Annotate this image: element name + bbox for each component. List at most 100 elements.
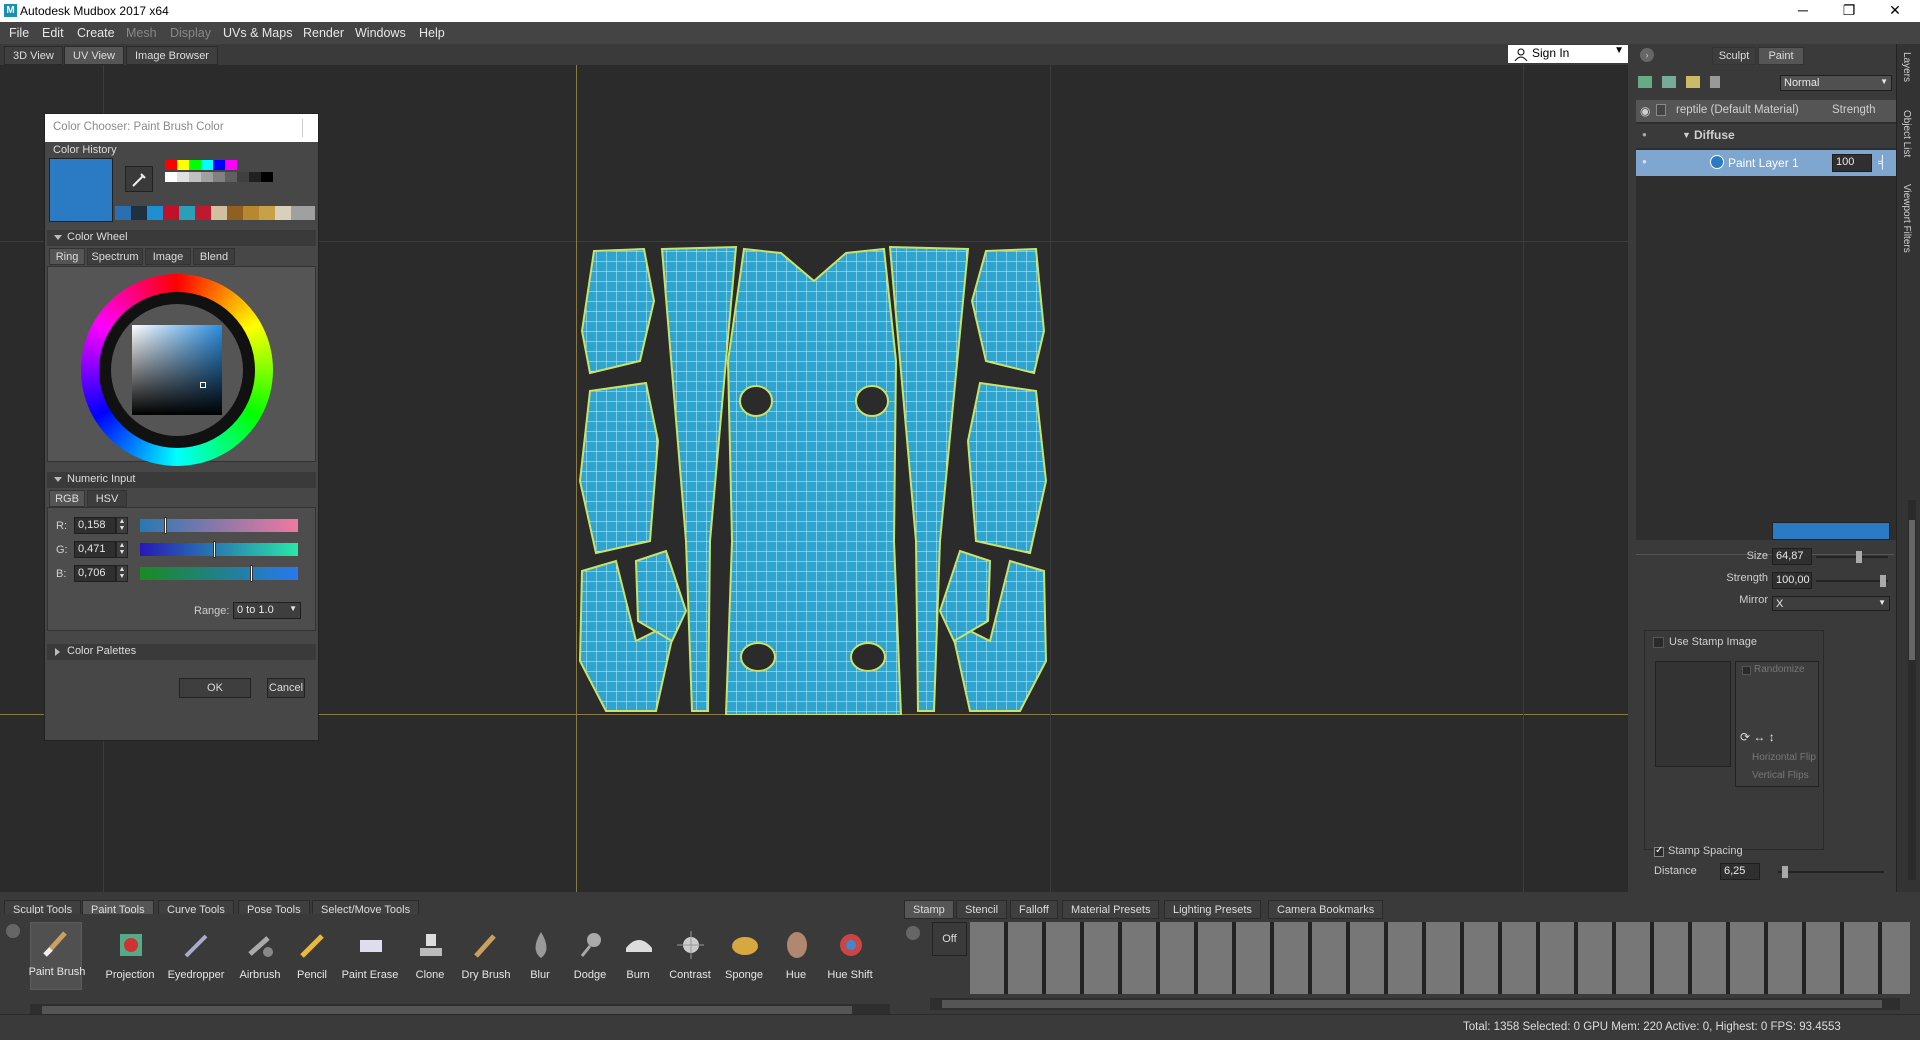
- standard-palette[interactable]: [165, 160, 313, 190]
- menu-render[interactable]: Render: [303, 26, 344, 40]
- color-swatch-button[interactable]: [1772, 522, 1890, 540]
- dialog-close-button[interactable]: [302, 119, 316, 137]
- side-tab-object-list[interactable]: Object List: [1901, 110, 1912, 157]
- tool-projection[interactable]: Projection: [104, 926, 156, 990]
- trash-icon[interactable]: [1710, 76, 1720, 88]
- distance-field[interactable]: 6,25: [1720, 863, 1760, 880]
- menu-mesh[interactable]: Mesh: [126, 26, 157, 40]
- channel-row[interactable]: ● ▼ Diffuse: [1636, 124, 1896, 148]
- color-wheel-section[interactable]: Color Wheel: [47, 230, 316, 246]
- minimize-button[interactable]: ─: [1780, 0, 1826, 22]
- tab-material-presets[interactable]: Material Presets: [1062, 900, 1160, 919]
- mirror-select[interactable]: X ▼: [1772, 596, 1890, 611]
- rotate-icon[interactable]: ⟳ ↔ ↕: [1740, 730, 1775, 744]
- tab-stencil[interactable]: Stencil: [956, 900, 1008, 919]
- tool-clone[interactable]: Clone: [404, 926, 456, 990]
- tab-stamp[interactable]: Stamp: [904, 900, 954, 919]
- side-tab-viewport-filters[interactable]: Viewport Filters: [1901, 184, 1912, 253]
- menu-windows[interactable]: Windows: [355, 26, 406, 40]
- use-stamp-image-checkbox[interactable]: [1653, 637, 1664, 648]
- randomize-checkbox[interactable]: [1742, 666, 1751, 675]
- b-label: B:: [56, 568, 67, 580]
- menu-help[interactable]: Help: [419, 26, 445, 40]
- layer-row-selected[interactable]: ● Paint Layer 1 100 ╡: [1636, 150, 1896, 176]
- tool-eyedropper[interactable]: Eyedropper: [168, 926, 224, 990]
- collapse-icon[interactable]: ›: [1640, 48, 1654, 62]
- tab-rgb[interactable]: RGB: [49, 490, 85, 507]
- eye-icon[interactable]: ◉: [1640, 104, 1650, 118]
- strength-slider[interactable]: [1816, 575, 1888, 587]
- tool-paint-erase[interactable]: Paint Erase: [342, 926, 398, 990]
- size-field[interactable]: 64,87: [1772, 548, 1812, 565]
- strength-field[interactable]: 100,00: [1772, 572, 1812, 589]
- color-chooser-dialog: Color Chooser: Paint Brush Color Color H…: [44, 113, 319, 741]
- stamp-thumbnails[interactable]: [970, 922, 1910, 994]
- menu-edit[interactable]: Edit: [42, 26, 64, 40]
- g-slider[interactable]: [140, 541, 298, 558]
- new-layer-icon[interactable]: [1638, 76, 1652, 88]
- menu-file[interactable]: File: [9, 26, 29, 40]
- r-slider[interactable]: [140, 517, 298, 534]
- layers-list: ◉ reptile (Default Material) Strength ● …: [1636, 100, 1896, 540]
- tab-ring[interactable]: Ring: [49, 248, 85, 265]
- tool-paint-brush[interactable]: Paint Brush: [29, 922, 85, 990]
- cancel-button[interactable]: Cancel: [267, 678, 305, 698]
- tab-camera-bookmarks[interactable]: Camera Bookmarks: [1268, 900, 1384, 919]
- layer-strength-field[interactable]: 100: [1832, 154, 1872, 172]
- folder-icon[interactable]: [1686, 76, 1700, 88]
- recent-colors[interactable]: [115, 206, 315, 220]
- tab-falloff[interactable]: Falloff: [1010, 900, 1058, 919]
- close-button[interactable]: ✕: [1872, 0, 1918, 22]
- stamp-menu-icon[interactable]: [906, 926, 920, 940]
- tab-paint[interactable]: Paint: [1758, 47, 1804, 65]
- color-palettes-section[interactable]: Color Palettes: [47, 644, 316, 660]
- tab-lighting-presets[interactable]: Lighting Presets: [1164, 900, 1261, 919]
- tab-3d-view[interactable]: 3D View: [4, 46, 63, 65]
- b-slider[interactable]: [140, 565, 298, 582]
- stamps-scrollbar[interactable]: [930, 998, 1900, 1010]
- tab-hsv[interactable]: HSV: [87, 490, 127, 507]
- duplicate-layer-icon[interactable]: [1662, 76, 1676, 88]
- size-slider[interactable]: [1816, 551, 1888, 563]
- stamp-preview[interactable]: [1655, 661, 1731, 767]
- menu-create[interactable]: Create: [77, 26, 115, 40]
- r-value-field[interactable]: 0,158: [74, 517, 116, 534]
- sign-in-button[interactable]: Sign In ▼: [1508, 45, 1628, 63]
- properties-scrollbar[interactable]: [1908, 500, 1916, 880]
- tab-image[interactable]: Image: [145, 248, 191, 265]
- g-stepper[interactable]: ▲ ▼: [116, 541, 128, 558]
- status-bar: Total: 1358 Selected: 0 GPU Mem: 220 Act…: [0, 1014, 1920, 1040]
- ok-button[interactable]: OK: [179, 678, 251, 698]
- distance-slider[interactable]: [1778, 866, 1884, 878]
- numeric-input-section[interactable]: Numeric Input: [47, 472, 316, 488]
- tray-menu-icon[interactable]: [6, 924, 20, 938]
- saturation-value-square[interactable]: [132, 325, 222, 415]
- stamp-off[interactable]: Off: [932, 922, 967, 956]
- slider-icon[interactable]: ╡: [1878, 155, 1887, 169]
- eyedropper-button[interactable]: [125, 166, 153, 192]
- range-select[interactable]: 0 to 1.0 ▼: [233, 602, 301, 619]
- side-tab-layers[interactable]: Layers: [1901, 52, 1912, 82]
- dot-icon: ●: [1642, 130, 1647, 139]
- tab-uv-view[interactable]: UV View: [64, 46, 124, 65]
- b-value-field[interactable]: 0,706: [74, 565, 116, 582]
- b-stepper[interactable]: ▲ ▼: [116, 565, 128, 582]
- vertical-flips-label: Vertical Flips: [1752, 770, 1809, 781]
- menu-uvs-maps[interactable]: UVs & Maps: [223, 26, 292, 40]
- lock-icon[interactable]: [1656, 104, 1666, 116]
- pencil-icon: [300, 934, 324, 958]
- tab-image-browser[interactable]: Image Browser: [126, 46, 218, 65]
- tab-spectrum[interactable]: Spectrum: [87, 248, 143, 265]
- tool-hue-shift[interactable]: Hue Shift: [824, 926, 876, 990]
- tab-sculpt[interactable]: Sculpt: [1712, 47, 1756, 65]
- stamp-spacing-checkbox[interactable]: ✓: [1654, 845, 1664, 857]
- color-picker-handle[interactable]: [200, 382, 206, 388]
- tool-pencil[interactable]: Pencil: [286, 926, 338, 990]
- menu-display[interactable]: Display: [170, 26, 211, 40]
- restore-button[interactable]: ❐: [1826, 0, 1872, 22]
- strength-label: Strength: [1726, 572, 1768, 584]
- blend-mode-select[interactable]: Normal ▼: [1780, 75, 1892, 91]
- tab-blend[interactable]: Blend: [193, 248, 235, 265]
- g-value-field[interactable]: 0,471: [74, 541, 116, 558]
- r-stepper[interactable]: ▲ ▼: [116, 517, 128, 534]
